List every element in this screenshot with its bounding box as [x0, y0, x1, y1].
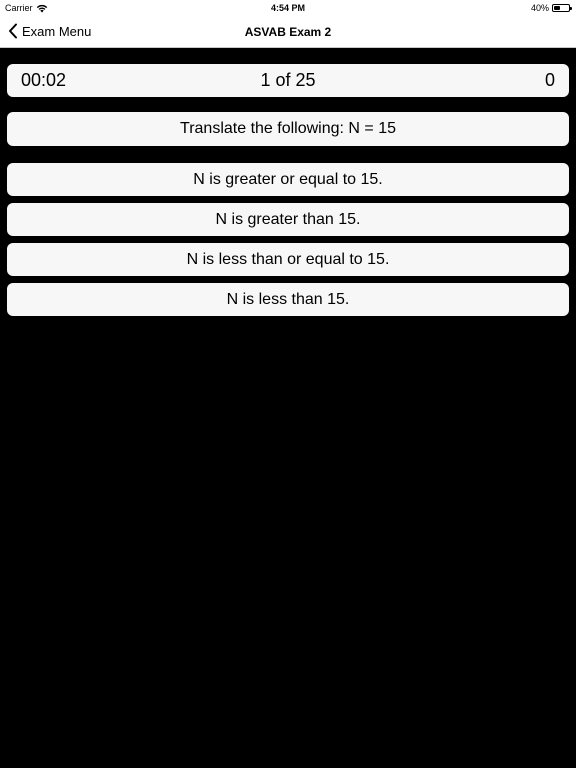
answer-option-1[interactable]: N is greater or equal to 15.: [7, 163, 569, 196]
navigation-bar: Exam Menu ASVAB Exam 2: [0, 16, 576, 48]
battery-indicator: 40%: [530, 3, 572, 13]
question-text: Translate the following: N = 15: [7, 112, 569, 146]
status-bar: Carrier 4:54 PM 40%: [0, 0, 576, 16]
battery-percent: 40%: [530, 3, 549, 13]
battery-fill: [554, 6, 560, 10]
question-progress: 1 of 25: [260, 70, 316, 90]
battery-icon: [552, 4, 572, 12]
exam-timer: 00:02: [21, 70, 67, 90]
answer-option-2[interactable]: N is greater than 15.: [7, 203, 569, 236]
page-title: ASVAB Exam 2: [244, 25, 332, 39]
status-time: 4:54 PM: [270, 3, 305, 13]
exam-status-bar: 00:02 1 of 25 0: [7, 64, 569, 97]
answer-option-3[interactable]: N is less than or equal to 15.: [7, 243, 569, 276]
exam-score: 0: [544, 70, 555, 90]
answer-option-4[interactable]: N is less than 15.: [7, 283, 569, 316]
